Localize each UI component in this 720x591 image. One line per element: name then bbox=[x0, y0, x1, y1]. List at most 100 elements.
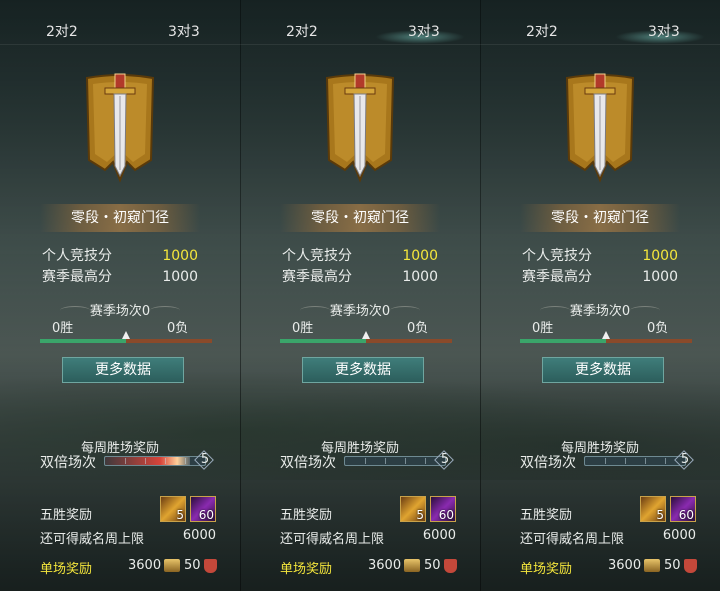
stat-row-season-best: 赛季最高分 1000 bbox=[282, 266, 438, 286]
wins-count: 0胜 bbox=[292, 321, 314, 336]
stat-value: 1000 bbox=[162, 248, 198, 264]
bar-segment bbox=[185, 458, 186, 464]
single-match-reward-row: 单场奖励 3600 50 bbox=[520, 558, 700, 577]
item-count: 5 bbox=[416, 508, 424, 522]
double-games-bar bbox=[344, 456, 446, 466]
double-games-bar bbox=[104, 456, 206, 466]
win-loss-bar bbox=[280, 331, 452, 343]
weekly-cap-value: 6000 bbox=[182, 528, 216, 543]
losses-count: 0负 bbox=[167, 321, 189, 336]
weekly-cap-label: 还可得威名周上限 bbox=[40, 532, 145, 547]
purple-gem-icon[interactable]: 60 bbox=[190, 496, 216, 522]
stat-value: 1000 bbox=[402, 248, 438, 264]
tab-2v2[interactable]: 2对2 bbox=[286, 21, 318, 41]
losses-count: 0负 bbox=[407, 321, 429, 336]
win-bar-fill bbox=[520, 339, 606, 343]
item-count: 5 bbox=[176, 508, 184, 522]
red-shield-icon bbox=[444, 559, 457, 573]
gold-treasure-box-icon[interactable]: 5 bbox=[640, 496, 666, 522]
stat-value: 1000 bbox=[162, 269, 198, 285]
arena-panel-1: 2对2 3对3 零段・初窥门径 个人竞技分 1000 赛季最高分 1000 赛季场次… bbox=[0, 0, 241, 591]
weekly-cap-label: 还可得威名周上限 bbox=[520, 532, 625, 547]
weekly-cap-row: 还可得威名周上限 6000 bbox=[520, 528, 696, 547]
stat-label: 赛季最高分 bbox=[42, 269, 112, 285]
arena-panel-2: 2对2 3对3 零段・初窥门径 个人竞技分 1000 赛季最高分 1000 赛季场次… bbox=[240, 0, 481, 591]
bar-segment bbox=[605, 458, 606, 464]
single-match-reward-row: 单场奖励 3600 50 bbox=[280, 558, 460, 577]
weekly-cap-label: 还可得威名周上限 bbox=[280, 532, 385, 547]
purple-gem-icon[interactable]: 60 bbox=[430, 496, 456, 522]
coin-reward-value: 3600 bbox=[368, 558, 402, 573]
rank-title: 零段・初窥门径 bbox=[280, 204, 440, 232]
coin-icon bbox=[644, 559, 660, 572]
sword-banner-emblem-icon bbox=[565, 73, 635, 183]
stat-row-season-best: 赛季最高分 1000 bbox=[42, 266, 198, 286]
bar-segment bbox=[645, 458, 646, 464]
arena-panel-3: 2对2 3对3 零段・初窥门径 个人竞技分 1000 赛季最高分 1000 赛季场次… bbox=[480, 0, 720, 591]
purple-gem-icon[interactable]: 60 bbox=[670, 496, 696, 522]
win-loss-marker-icon bbox=[122, 331, 130, 339]
weekly-cap-row: 还可得威名周上限 6000 bbox=[280, 528, 456, 547]
bar-segment bbox=[405, 458, 406, 464]
double-games-count: 5 bbox=[675, 451, 695, 469]
weekly-cap-value: 6000 bbox=[662, 528, 696, 543]
mode-tabs: 2对2 3对3 bbox=[0, 0, 240, 45]
win-loss-bar bbox=[520, 331, 692, 343]
bar-segment bbox=[165, 458, 166, 464]
gold-treasure-box-icon[interactable]: 5 bbox=[400, 496, 426, 522]
stat-row-season-best: 赛季最高分 1000 bbox=[522, 266, 678, 286]
mode-tabs: 2对2 3对3 bbox=[240, 0, 480, 45]
stat-value: 1000 bbox=[642, 269, 678, 285]
stat-row-score: 个人竞技分 1000 bbox=[42, 245, 198, 265]
stat-label: 赛季最高分 bbox=[282, 269, 352, 285]
stat-label: 个人竞技分 bbox=[282, 248, 352, 264]
bar-segment bbox=[365, 458, 366, 464]
coin-reward-value: 3600 bbox=[608, 558, 642, 573]
double-games-count: 5 bbox=[435, 451, 455, 469]
double-games-fill bbox=[105, 457, 190, 465]
sword-banner-emblem-icon bbox=[85, 73, 155, 183]
coin-icon bbox=[404, 559, 420, 572]
double-games-bar bbox=[584, 456, 686, 466]
item-count: 60 bbox=[678, 508, 694, 522]
stat-label: 个人竞技分 bbox=[522, 248, 592, 264]
stat-row-score: 个人竞技分 1000 bbox=[522, 245, 678, 265]
tab-3v3[interactable]: 3对3 bbox=[408, 21, 440, 41]
gold-treasure-box-icon[interactable]: 5 bbox=[160, 496, 186, 522]
stat-label: 赛季最高分 bbox=[522, 269, 592, 285]
wins-count: 0胜 bbox=[532, 321, 554, 336]
divider-ornament-right bbox=[150, 306, 180, 315]
weekly-cap-value: 6000 bbox=[422, 528, 456, 543]
honor-reward-value: 50 bbox=[184, 558, 201, 573]
rank-title: 零段・初窥门径 bbox=[40, 204, 200, 232]
stat-value: 1000 bbox=[402, 269, 438, 285]
season-games-title: 赛季场次0 bbox=[569, 304, 631, 319]
losses-count: 0负 bbox=[647, 321, 669, 336]
five-win-reward-label: 五胜奖励 bbox=[280, 508, 333, 523]
item-count: 60 bbox=[198, 508, 214, 522]
rank-title: 零段・初窥门径 bbox=[520, 204, 680, 232]
bar-segment bbox=[145, 458, 146, 464]
tab-2v2[interactable]: 2对2 bbox=[46, 21, 78, 41]
season-games-title: 赛季场次0 bbox=[329, 304, 391, 319]
more-data-button[interactable]: 更多数据 bbox=[302, 357, 424, 383]
double-games-label: 双倍场次 bbox=[520, 455, 576, 471]
stat-row-score: 个人竞技分 1000 bbox=[282, 245, 438, 265]
stat-label: 个人竞技分 bbox=[42, 248, 112, 264]
tab-2v2[interactable]: 2对2 bbox=[526, 21, 558, 41]
more-data-button[interactable]: 更多数据 bbox=[62, 357, 184, 383]
more-data-button[interactable]: 更多数据 bbox=[542, 357, 664, 383]
double-games-label: 双倍场次 bbox=[280, 455, 336, 471]
win-loss-bar bbox=[40, 331, 212, 343]
honor-reward-value: 50 bbox=[664, 558, 681, 573]
red-shield-icon bbox=[684, 559, 697, 573]
win-bar-fill bbox=[40, 339, 126, 343]
tab-3v3[interactable]: 3对3 bbox=[168, 21, 200, 41]
item-count: 5 bbox=[656, 508, 664, 522]
item-count: 60 bbox=[438, 508, 454, 522]
divider-ornament-right bbox=[390, 306, 420, 315]
coin-icon bbox=[164, 559, 180, 572]
bar-segment bbox=[385, 458, 386, 464]
stat-value: 1000 bbox=[642, 248, 678, 264]
tab-3v3[interactable]: 3对3 bbox=[648, 21, 680, 41]
